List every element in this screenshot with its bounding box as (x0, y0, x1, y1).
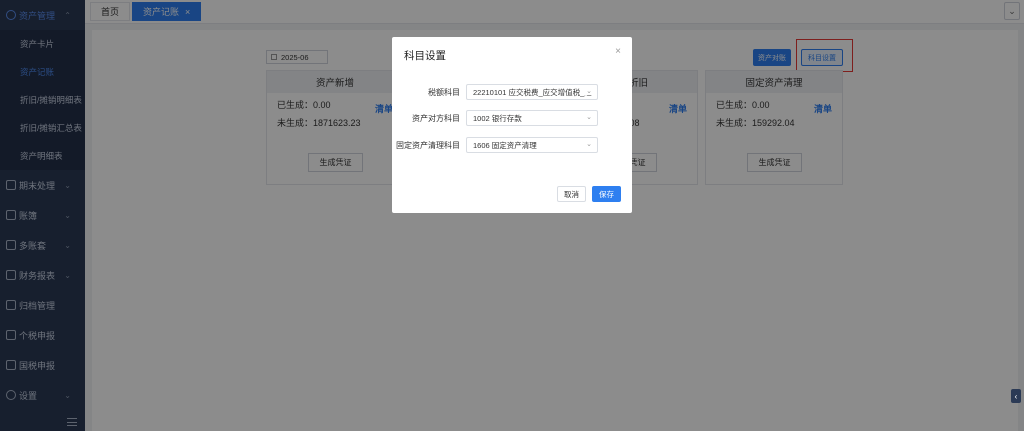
tax-subject-select[interactable]: 22210101 应交税费_应交增值税_进 ⌄ (466, 84, 598, 100)
select-value: 1002 银行存款 (473, 113, 522, 123)
close-icon[interactable]: × (615, 46, 621, 57)
chevron-left-icon[interactable]: ‹ (1011, 389, 1021, 403)
field-label: 固定资产清理科目 (396, 140, 460, 150)
form-row-asset-counter-subject: 资产对方科目 1002 银行存款 ⌄ (392, 110, 632, 126)
save-button[interactable]: 保存 (592, 186, 621, 202)
modal-title: 科目设置 (404, 50, 446, 62)
asset-counter-subject-select[interactable]: 1002 银行存款 ⌄ (466, 110, 598, 126)
form-row-clearance-subject: 固定资产清理科目 1606 固定资产清理 ⌄ (392, 137, 632, 153)
field-label: 税额科目 (428, 87, 460, 97)
chevron-down-icon: ⌄ (584, 87, 592, 95)
subject-settings-modal: 科目设置 × 税额科目 22210101 应交税费_应交增值税_进 ⌄ 资产对方… (392, 37, 632, 213)
chevron-down-icon: ⌄ (584, 113, 592, 121)
field-label: 资产对方科目 (412, 113, 460, 123)
select-value: 1606 固定资产清理 (473, 140, 537, 150)
chevron-down-icon: ⌄ (584, 140, 592, 148)
clearance-subject-select[interactable]: 1606 固定资产清理 ⌄ (466, 137, 598, 153)
cancel-button[interactable]: 取消 (557, 186, 586, 202)
select-value: 22210101 应交税费_应交增值税_进 (473, 87, 592, 97)
form-row-tax-subject: 税额科目 22210101 应交税费_应交增值税_进 ⌄ (392, 84, 632, 100)
